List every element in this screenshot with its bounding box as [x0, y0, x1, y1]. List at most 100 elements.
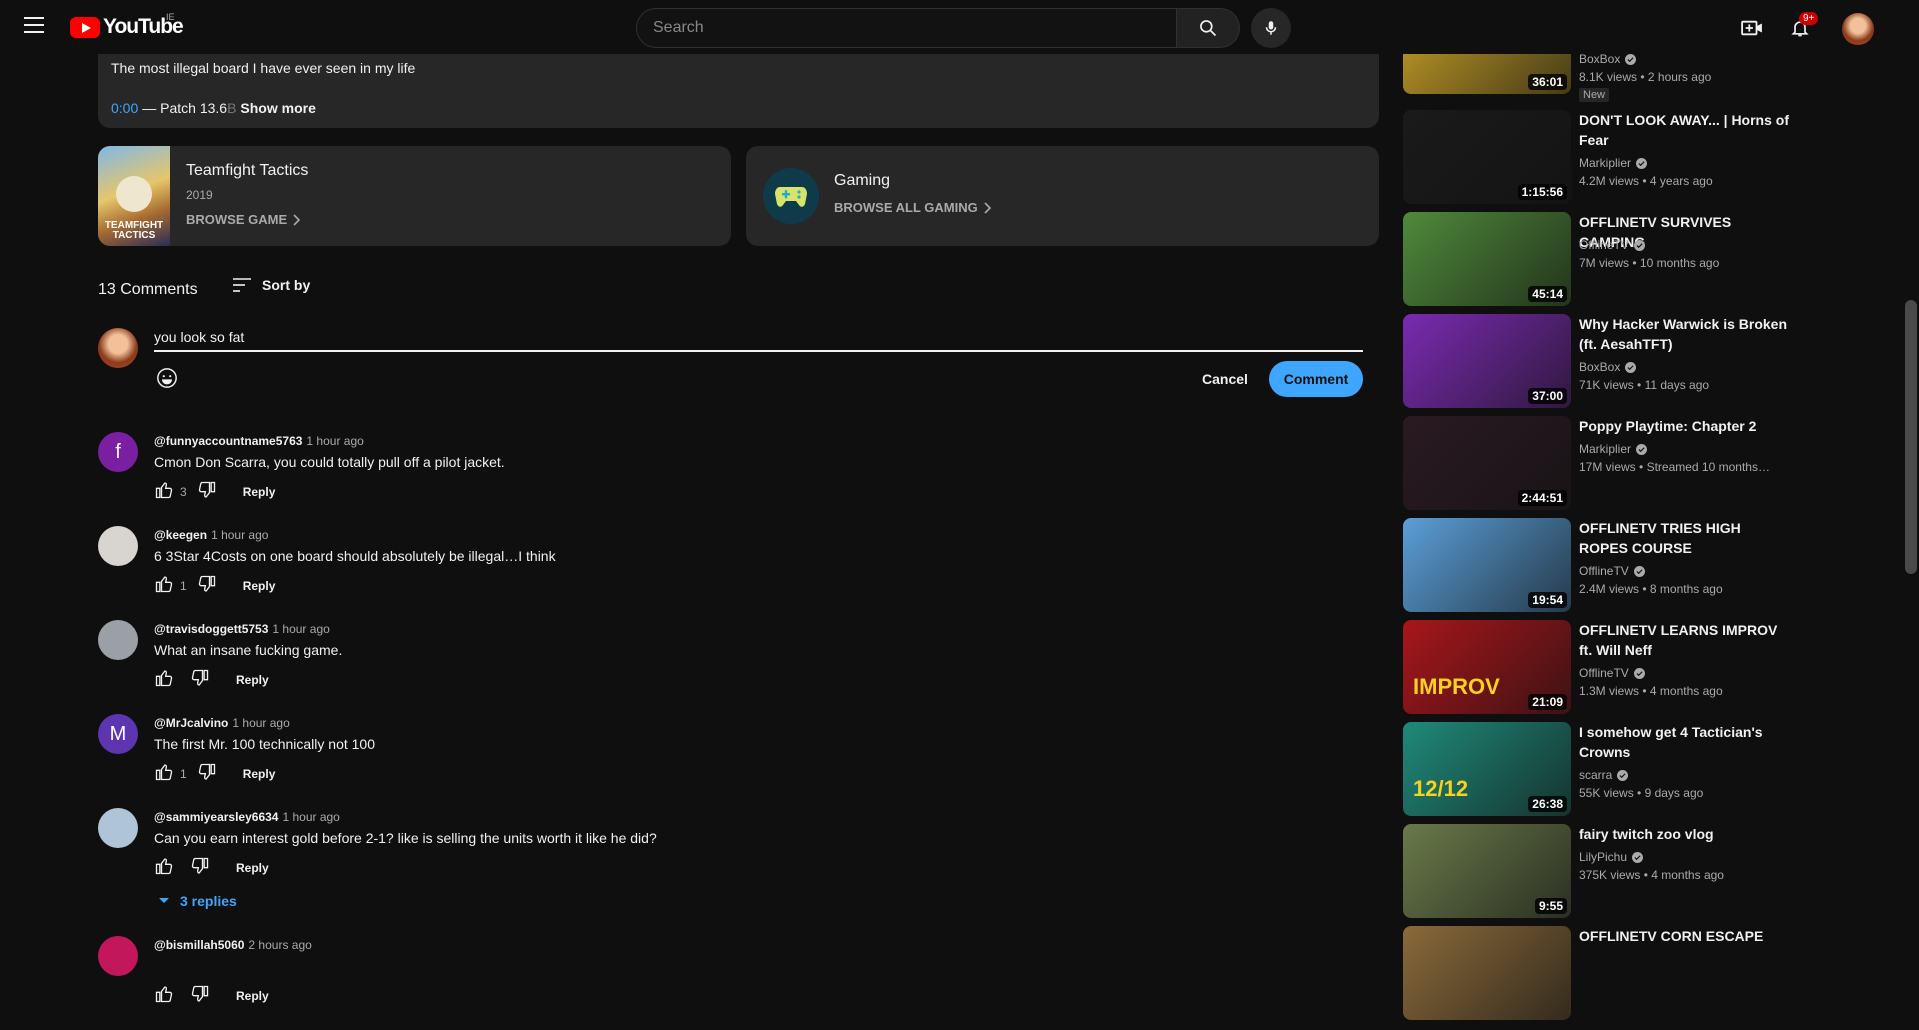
video-channel[interactable]: Markiplier: [1579, 156, 1648, 170]
video-title[interactable]: DON'T LOOK AWAY... | Horns of Fear: [1579, 110, 1789, 150]
meta-separator: •: [1639, 684, 1650, 698]
sort-comments-button[interactable]: Sort by: [232, 277, 310, 293]
video-channel[interactable]: BoxBox: [1579, 52, 1637, 66]
comment-time[interactable]: 1 hour ago: [211, 528, 268, 542]
dislike-button[interactable]: [186, 982, 214, 1010]
reply-button[interactable]: Reply: [243, 579, 276, 593]
video-channel[interactable]: LilyPichu: [1579, 850, 1644, 864]
account-avatar[interactable]: [1842, 13, 1874, 45]
reply-button[interactable]: Reply: [243, 485, 276, 499]
video-thumbnail[interactable]: 1:15:56: [1403, 110, 1571, 204]
comment-time[interactable]: 2 hours ago: [248, 938, 311, 952]
view-count: 4.2M views: [1579, 174, 1640, 188]
video-title[interactable]: OFFLINETV TRIES HIGH ROPES COURSE: [1579, 518, 1789, 558]
comment-header: @travisdoggett5753 1 hour ago: [154, 622, 330, 636]
recommended-video[interactable]: 12/12 26:38 I somehow get 4 Tactician's Cr…: [1403, 722, 1903, 817]
comment-author-avatar[interactable]: [98, 936, 138, 976]
dislike-button[interactable]: [193, 478, 221, 506]
browse-game-link[interactable]: BROWSE GAME: [186, 212, 301, 227]
comment-author[interactable]: @keegen: [154, 528, 207, 542]
video-title[interactable]: Why Hacker Warwick is Broken (ft. AesahT…: [1579, 314, 1789, 354]
comment-author[interactable]: @MrJcalvino: [154, 716, 228, 730]
like-button[interactable]: [150, 854, 178, 882]
view-count: 1.3M views: [1579, 684, 1640, 698]
comment-author[interactable]: @bismillah5060: [154, 938, 244, 952]
video-channel[interactable]: Markiplier: [1579, 442, 1648, 456]
recommended-video[interactable]: OFFLINETV CORN ESCAPE: [1403, 926, 1903, 1021]
channel-name: scarra: [1579, 768, 1613, 782]
game-card[interactable]: TEAMFIGHT TACTICS Teamfight Tactics 2019…: [98, 146, 731, 246]
video-title[interactable]: OFFLINETV LEARNS IMPROV ft. Will Neff: [1579, 620, 1789, 660]
video-channel[interactable]: scarra: [1579, 768, 1629, 782]
comment-author[interactable]: @sammiyearsley6634: [154, 810, 278, 824]
create-button[interactable]: [1738, 14, 1766, 42]
video-channel[interactable]: OfflineTV: [1579, 666, 1645, 680]
video-thumbnail[interactable]: 9:55: [1403, 824, 1571, 918]
comment-time[interactable]: 1 hour ago: [306, 434, 363, 448]
video-title[interactable]: fairy twitch zoo vlog: [1579, 824, 1789, 844]
like-button[interactable]: [150, 982, 178, 1010]
recommended-video[interactable]: IMPROV 21:09 OFFLINETV LEARNS IMPROV ft. W…: [1403, 620, 1903, 715]
recommended-video[interactable]: 1:15:56 DON'T LOOK AWAY... | Horns of Fea…: [1403, 110, 1903, 205]
video-channel[interactable]: BoxBox: [1579, 360, 1637, 374]
category-card[interactable]: Gaming BROWSE ALL GAMING: [746, 146, 1379, 246]
browse-all-gaming-link[interactable]: BROWSE ALL GAMING: [834, 200, 992, 215]
video-thumbnail[interactable]: 19:54: [1403, 518, 1571, 612]
video-title[interactable]: Poppy Playtime: Chapter 2: [1579, 416, 1789, 436]
view-replies-button[interactable]: 3 replies: [158, 893, 237, 909]
chapter-timestamp-link[interactable]: 0:00: [111, 100, 138, 116]
recommended-video[interactable]: 37:00 Why Hacker Warwick is Broken (ft. A…: [1403, 314, 1903, 409]
dislike-button[interactable]: [193, 760, 221, 788]
video-title[interactable]: OFFLINETV CORN ESCAPE: [1579, 926, 1789, 946]
comment-time[interactable]: 1 hour ago: [272, 622, 329, 636]
video-thumbnail[interactable]: 37:00: [1403, 314, 1571, 408]
video-thumbnail[interactable]: 2:44:51: [1403, 416, 1571, 510]
scrollbar-thumb[interactable]: [1905, 300, 1917, 574]
recommended-video[interactable]: 19:54 OFFLINETV TRIES HIGH ROPES COURSE Of…: [1403, 518, 1903, 613]
video-thumbnail[interactable]: 45:14: [1403, 212, 1571, 306]
like-button[interactable]: [150, 666, 178, 694]
submit-comment-button[interactable]: Comment: [1269, 361, 1363, 397]
category-title: Gaming: [834, 172, 891, 189]
video-duration: 36:01: [1528, 74, 1567, 90]
video-title[interactable]: I somehow get 4 Tactician's Crowns: [1579, 722, 1789, 762]
recommended-video[interactable]: 2:44:51 Poppy Playtime: Chapter 2 Markipli…: [1403, 416, 1903, 511]
cancel-button[interactable]: Cancel: [1190, 361, 1260, 397]
recommended-video[interactable]: 9:55 fairy twitch zoo vlog LilyPichu 375K v…: [1403, 824, 1903, 919]
reply-button[interactable]: Reply: [236, 673, 269, 687]
comment-author[interactable]: @funnyaccountname5763: [154, 434, 302, 448]
search-button[interactable]: [1176, 8, 1240, 48]
video-thumbnail[interactable]: 12/12 26:38: [1403, 722, 1571, 816]
comment-author[interactable]: @travisdoggett5753: [154, 622, 268, 636]
video-thumbnail[interactable]: [1403, 926, 1571, 1020]
comment-author-avatar[interactable]: [98, 526, 138, 566]
reply-button[interactable]: Reply: [236, 989, 269, 1003]
comment-author-avatar[interactable]: [98, 808, 138, 848]
like-button[interactable]: [150, 760, 178, 788]
search-input[interactable]: [653, 19, 1176, 37]
gaming-controller-icon: [763, 168, 819, 224]
comment-author-avatar[interactable]: f: [98, 432, 138, 472]
comment-time[interactable]: 1 hour ago: [232, 716, 289, 730]
menu-icon[interactable]: [24, 17, 44, 37]
reply-button[interactable]: Reply: [236, 861, 269, 875]
emoji-button[interactable]: [155, 366, 179, 390]
reply-button[interactable]: Reply: [243, 767, 276, 781]
like-button[interactable]: [150, 572, 178, 600]
comment-time[interactable]: 1 hour ago: [282, 810, 339, 824]
dislike-button[interactable]: [193, 572, 221, 600]
like-button[interactable]: [150, 478, 178, 506]
video-channel[interactable]: OfflineTV: [1579, 238, 1645, 252]
avatar-letter: f: [115, 440, 121, 463]
comment-author-avatar[interactable]: M: [98, 714, 138, 754]
dislike-button[interactable]: [186, 854, 214, 882]
dislike-button[interactable]: [186, 666, 214, 694]
video-channel[interactable]: OfflineTV: [1579, 564, 1645, 578]
comment-input[interactable]: [154, 324, 1363, 352]
recommended-video[interactable]: 45:14 OFFLINETV SURVIVES CAMPING OfflineTV…: [1403, 212, 1903, 307]
voice-search-button[interactable]: [1251, 8, 1291, 48]
youtube-logo[interactable]: YouTube IE: [70, 12, 184, 40]
video-thumbnail[interactable]: IMPROV 21:09: [1403, 620, 1571, 714]
show-more-button[interactable]: Show more: [240, 100, 315, 116]
comment-author-avatar[interactable]: [98, 620, 138, 660]
